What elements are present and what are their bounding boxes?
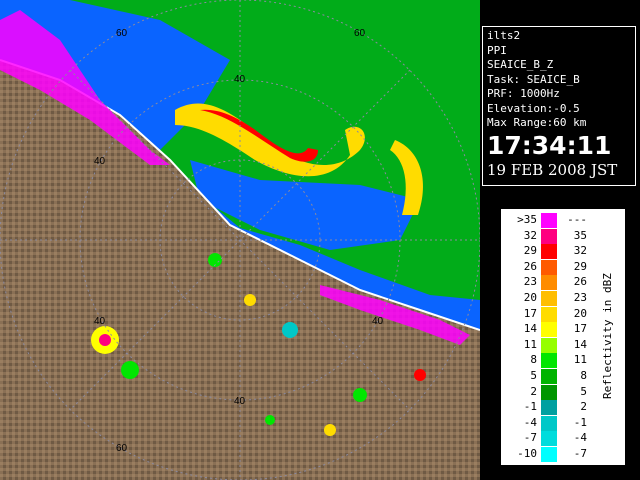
legend-row: 32 35 xyxy=(501,228,591,244)
legend-high-value: 2 xyxy=(580,400,587,414)
legend-low-value: 14 xyxy=(523,322,537,336)
legend-low-value: >35 xyxy=(517,213,537,226)
legend-row: 20 23 xyxy=(501,291,591,306)
legend-row: -10 -7 xyxy=(501,447,591,462)
legend-row: 8 11 xyxy=(501,353,591,369)
legend-low-value: 17 xyxy=(523,306,537,320)
legend-color-swatch xyxy=(541,228,557,244)
legend-low-value: 26 xyxy=(523,259,537,273)
legend-color-swatch xyxy=(541,275,557,291)
legend-low-value: 2 xyxy=(530,384,537,398)
legend-row: -4 -1 xyxy=(501,415,591,431)
scan-type: PPI xyxy=(487,43,507,57)
legend-low-value: -4 xyxy=(523,415,537,429)
ring-label: 40 xyxy=(94,156,106,167)
legend-high-value: -1 xyxy=(573,415,587,429)
legend-high-value: 8 xyxy=(580,369,587,382)
legend-low-value: 5 xyxy=(530,369,537,382)
legend-row: 29 32 xyxy=(501,244,591,260)
legend-high-value: --- xyxy=(567,213,587,226)
legend-high-value: -4 xyxy=(573,431,587,445)
scan-time: 17:34:11 xyxy=(487,130,612,160)
ring-label: 40 xyxy=(94,316,106,327)
legend-low-value: 23 xyxy=(523,275,537,289)
legend-color-swatch xyxy=(541,369,557,384)
legend-color-swatch xyxy=(541,291,557,306)
legend-row: 23 26 xyxy=(501,275,591,291)
legend-low-value: -1 xyxy=(523,400,537,414)
legend-low-value: 20 xyxy=(523,291,537,304)
legend-color-swatch xyxy=(541,353,557,369)
legend-high-value: 5 xyxy=(580,384,587,398)
task-name: Task: SEAICE_B xyxy=(487,72,580,86)
scan-info-panel: ilts2 PPI SEAICE_B_Z Task: SEAICE_B PRF:… xyxy=(482,26,636,186)
legend-row: 11 14 xyxy=(501,337,591,353)
legend-row: 58 xyxy=(501,369,591,384)
legend-color-swatch xyxy=(541,447,557,462)
elevation-value: Elevation:-0.5 xyxy=(487,101,580,115)
legend-color-swatch xyxy=(541,259,557,275)
legend-low-value: 8 xyxy=(530,353,537,367)
legend-low-value: 32 xyxy=(523,228,537,242)
legend-color-swatch xyxy=(541,244,557,260)
legend-row: 14 17 xyxy=(501,322,591,338)
legend-color-swatch xyxy=(541,337,557,353)
legend-low-value: 11 xyxy=(523,337,537,351)
legend-color-swatch xyxy=(541,431,557,447)
legend-high-value: 20 xyxy=(573,306,587,320)
legend-high-value: 26 xyxy=(573,275,587,289)
ring-label: 60 xyxy=(116,28,128,39)
legend-color-swatch xyxy=(541,400,557,416)
legend-high-value: 11 xyxy=(573,353,587,367)
legend-high-value: 14 xyxy=(573,337,587,351)
legend-color-swatch xyxy=(541,384,557,400)
legend-title: Reflectivity in dBZ xyxy=(601,273,614,399)
legend-high-value: 35 xyxy=(573,228,587,242)
legend-high-value: -7 xyxy=(573,447,587,460)
reflectivity-legend: >35 --- 32 35 29 32 26 29 23 26 20 23 17 20 14 17 11 14 8 1… xyxy=(500,208,626,466)
legend-color-swatch xyxy=(541,306,557,322)
legend-row: -1 2 xyxy=(501,400,591,416)
ring-label: 40 xyxy=(372,316,384,327)
legend-row: >35 --- xyxy=(501,213,591,228)
product-name: SEAICE_B_Z xyxy=(487,58,554,71)
radar-ppi-display[interactable]: 60 40 40 40 40 40 60 60 xyxy=(0,0,480,480)
max-range-value: Max Range:60 km xyxy=(487,116,587,129)
station-name: ilts2 xyxy=(487,29,521,42)
legend-color-swatch xyxy=(541,213,557,228)
scan-date: 19 FEB 2008 JST xyxy=(487,160,618,179)
ring-label: 40 xyxy=(234,396,246,407)
legend-high-value: 23 xyxy=(573,291,587,304)
legend-row: 17 20 xyxy=(501,306,591,322)
prf-value: PRF: 1000Hz xyxy=(487,87,560,100)
legend-color-swatch xyxy=(541,415,557,431)
legend-row: -7 -4 xyxy=(501,431,591,447)
legend-high-value: 29 xyxy=(573,259,587,273)
legend-high-value: 32 xyxy=(573,244,587,258)
ring-label: 60 xyxy=(354,28,366,39)
legend-high-value: 17 xyxy=(573,322,587,336)
legend-low-value: -7 xyxy=(523,431,537,445)
legend-low-value: 29 xyxy=(523,244,537,258)
legend-row: 26 29 xyxy=(501,259,591,275)
legend-row: 25 xyxy=(501,384,591,400)
legend-color-swatch xyxy=(541,322,557,338)
legend-low-value: -10 xyxy=(517,447,537,460)
ring-label: 40 xyxy=(234,74,246,85)
ring-label: 60 xyxy=(116,443,128,454)
